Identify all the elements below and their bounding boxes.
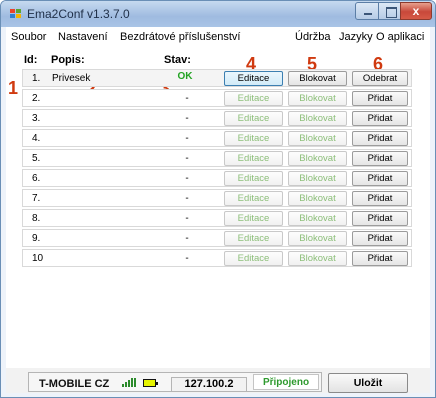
block-button[interactable]: Blokovat: [288, 171, 347, 186]
maximize-icon: [386, 7, 397, 18]
block-button[interactable]: Blokovat: [288, 211, 347, 226]
operator-label: T-MOBILE CZ: [39, 378, 110, 390]
status-panel: T-MOBILE CZ 127.100.2 Připojeno: [28, 372, 322, 392]
edit-button[interactable]: Editace: [224, 151, 283, 166]
close-icon: x: [412, 4, 420, 18]
row-status: -: [185, 253, 189, 264]
ip-address: 127.100.2: [171, 377, 247, 392]
block-button[interactable]: Blokovat: [288, 251, 347, 266]
add-button[interactable]: Přidat: [352, 211, 408, 226]
row-status: -: [185, 233, 189, 244]
row-description: Privesek: [52, 73, 91, 84]
table-row: 2. - Editace Blokovat Přidat: [22, 89, 412, 107]
block-button[interactable]: Blokovat: [288, 71, 347, 86]
header-popis: Popis:: [51, 54, 85, 66]
window-title: Ema2Conf v1.3.7.0: [27, 7, 130, 21]
edit-button[interactable]: Editace: [224, 191, 283, 206]
row-status: -: [185, 93, 189, 104]
block-button[interactable]: Blokovat: [288, 231, 347, 246]
table-row: 6. - Editace Blokovat Přidat: [22, 169, 412, 187]
add-button[interactable]: Přidat: [352, 171, 408, 186]
client-area: Soubor Nastavení Bezdrátové příslušenstv…: [6, 27, 430, 393]
menu-jazyky[interactable]: Jazyky: [339, 31, 373, 43]
app-icon: [10, 9, 22, 19]
table-row: 7. - Editace Blokovat Přidat: [22, 189, 412, 207]
edit-button[interactable]: Editace: [224, 171, 283, 186]
table-row: 8. - Editace Blokovat Přidat: [22, 209, 412, 227]
block-button[interactable]: Blokovat: [288, 131, 347, 146]
menu-o-aplikaci[interactable]: O aplikaci: [376, 31, 424, 43]
edit-button[interactable]: Editace: [224, 231, 283, 246]
maximize-button[interactable]: [378, 2, 401, 20]
menu-bezdratove-prislusenstvi[interactable]: Bezdrátové příslušenství: [120, 31, 240, 43]
row-status: -: [185, 213, 189, 224]
row-id: 8.: [32, 213, 41, 224]
table-row: 4. - Editace Blokovat Přidat: [22, 129, 412, 147]
row-id: 6.: [32, 173, 41, 184]
table-row: 5. - Editace Blokovat Přidat: [22, 149, 412, 167]
row-status: -: [185, 193, 189, 204]
add-button[interactable]: Přidat: [352, 191, 408, 206]
menu-udrzba[interactable]: Údržba: [295, 31, 330, 43]
menu-bar: Soubor Nastavení Bezdrátové příslušenstv…: [6, 27, 430, 47]
edit-button[interactable]: Editace: [224, 111, 283, 126]
edit-button[interactable]: Editace: [224, 251, 283, 266]
row-id: 7.: [32, 193, 41, 204]
row-id: 5.: [32, 153, 41, 164]
row-status: OK: [177, 71, 193, 82]
close-button[interactable]: x: [400, 2, 432, 20]
minimize-icon: [364, 13, 372, 15]
block-button[interactable]: Blokovat: [288, 91, 347, 106]
header-id: Id:: [24, 54, 38, 66]
block-button[interactable]: Blokovat: [288, 191, 347, 206]
table-row: 9. - Editace Blokovat Přidat: [22, 229, 412, 247]
edit-button[interactable]: Editace: [224, 71, 283, 86]
save-button[interactable]: Uložit: [328, 373, 408, 393]
title-bar[interactable]: Ema2Conf v1.3.7.0 x: [1, 1, 435, 27]
signal-bars-icon: [122, 378, 136, 387]
add-button[interactable]: Přidat: [352, 251, 408, 266]
row-id: 2.: [32, 93, 41, 104]
edit-button[interactable]: Editace: [224, 91, 283, 106]
row-id: 1.: [32, 73, 41, 84]
add-button[interactable]: Přidat: [352, 231, 408, 246]
battery-icon: [143, 379, 158, 387]
row-id: 10: [32, 253, 44, 264]
row-status: -: [185, 173, 189, 184]
add-button[interactable]: Přidat: [352, 151, 408, 166]
connection-status: Připojeno: [253, 374, 319, 390]
row-id: 4.: [32, 133, 41, 144]
menu-nastaveni[interactable]: Nastavení: [58, 31, 108, 43]
edit-button[interactable]: Editace: [224, 131, 283, 146]
edit-button[interactable]: Editace: [224, 211, 283, 226]
minimize-button[interactable]: [355, 2, 379, 20]
remove-button[interactable]: Odebrat: [352, 71, 408, 86]
app-window: Ema2Conf v1.3.7.0 x Soubor Nastavení Bez…: [0, 0, 436, 398]
add-button[interactable]: Přidat: [352, 91, 408, 106]
table-row: 3. - Editace Blokovat Přidat: [22, 109, 412, 127]
annotation-1: 1: [8, 78, 19, 98]
table-row: 1. Privesek OK Editace Blokovat Odebrat: [22, 69, 412, 87]
row-id: 3.: [32, 113, 41, 124]
row-id: 9.: [32, 233, 41, 244]
menu-soubor[interactable]: Soubor: [11, 31, 46, 43]
block-button[interactable]: Blokovat: [288, 151, 347, 166]
row-status: -: [185, 153, 189, 164]
table-row: 10 - Editace Blokovat Přidat: [22, 249, 412, 267]
block-button[interactable]: Blokovat: [288, 111, 347, 126]
add-button[interactable]: Přidat: [352, 131, 408, 146]
header-stav: Stav:: [164, 54, 191, 66]
add-button[interactable]: Přidat: [352, 111, 408, 126]
status-bar: T-MOBILE CZ 127.100.2 Připojeno Uložit: [6, 368, 430, 393]
row-status: -: [185, 113, 189, 124]
row-status: -: [185, 133, 189, 144]
